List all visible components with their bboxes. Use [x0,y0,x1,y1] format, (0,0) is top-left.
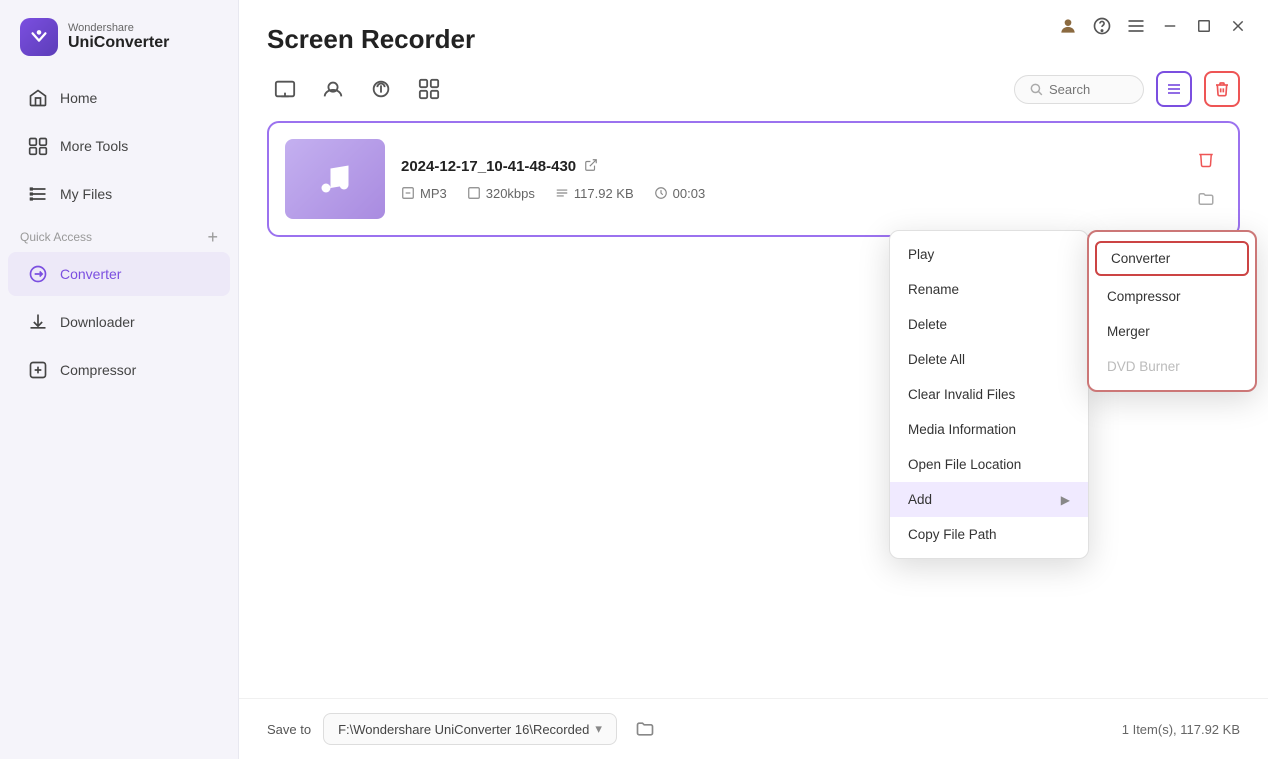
external-link-icon[interactable] [584,158,598,176]
logo-text: Wondershare UniConverter [68,22,169,52]
brand-name: Wondershare [68,22,169,34]
file-actions [1190,143,1222,215]
ctx-clear-invalid[interactable]: Clear Invalid Files [890,377,1088,412]
sidebar-item-downloader[interactable]: Downloader [8,300,230,344]
sidebar-item-converter[interactable]: Converter [8,252,230,296]
format-icon [401,186,415,200]
submenu: Converter Compressor Merger DVD Burner [1087,230,1257,392]
screen-record-button[interactable] [267,71,303,107]
file-info: 2024-12-17_10-41-48-430 [401,158,1174,201]
folder-open-icon [635,719,655,739]
sidebar-item-my-files[interactable]: My Files [8,172,230,216]
search-icon [1029,82,1043,96]
save-to-label: Save to [267,722,311,737]
webcam-button[interactable] [315,71,351,107]
quick-access-header: Quick Access + [0,218,238,250]
sidebar-item-label: More Tools [60,138,128,154]
delete-icon [1197,150,1215,168]
ctx-play[interactable]: Play [890,237,1088,272]
save-path-text: F:\Wondershare UniConverter 16\Recorded [338,722,589,737]
submenu-arrow-icon: ▶ [1061,493,1070,507]
page-title: Screen Recorder [267,24,475,55]
profile-button[interactable] [1058,16,1078,36]
size-icon [555,186,569,200]
main-content: Screen Recorder [239,0,1268,759]
sidebar-item-label: Compressor [60,362,136,378]
quick-access-label: Quick Access [20,230,92,244]
sidebar: Wondershare UniConverter Home More Tools… [0,0,239,759]
product-name: UniConverter [68,34,169,52]
search-input[interactable] [1049,82,1129,97]
save-path-folder-button[interactable] [629,713,661,745]
list-view-button[interactable] [1156,71,1192,107]
file-list: 2024-12-17_10-41-48-430 [239,121,1268,698]
files-icon [28,184,48,204]
ctx-rename[interactable]: Rename [890,272,1088,307]
sidebar-item-label: My Files [60,186,112,202]
ctx-delete[interactable]: Delete [890,307,1088,342]
sidebar-item-label: Downloader [60,314,135,330]
search-box[interactable] [1014,75,1144,104]
maximize-button[interactable] [1194,16,1214,36]
minimize-button[interactable] [1160,16,1180,36]
sidebar-item-home[interactable]: Home [8,76,230,120]
folder-icon [1197,190,1215,208]
compressor-icon [28,360,48,380]
sidebar-item-label: Home [60,90,97,106]
tools-icon [28,136,48,156]
sidebar-item-label: Converter [60,266,121,282]
ctx-open-location[interactable]: Open File Location [890,447,1088,482]
file-name: 2024-12-17_10-41-48-430 [401,158,1174,176]
home-icon [28,88,48,108]
ctx-add[interactable]: Add ▶ [890,482,1088,517]
sidebar-item-compressor[interactable]: Compressor [8,348,230,392]
help-button[interactable] [1092,16,1112,36]
context-menu: Play Rename Delete Delete All Clear Inva… [889,230,1089,559]
file-size: 117.92 KB [555,186,634,201]
audio-button[interactable] [363,71,399,107]
duration-icon [654,186,668,200]
submenu-dvd-burner: DVD Burner [1089,349,1255,384]
submenu-merger[interactable]: Merger [1089,314,1255,349]
sidebar-item-more-tools[interactable]: More Tools [8,124,230,168]
file-bitrate: 320kbps [467,186,535,201]
delete-all-button[interactable] [1204,71,1240,107]
file-folder-button[interactable] [1190,183,1222,215]
converter-icon [28,264,48,284]
ctx-copy-path[interactable]: Copy File Path [890,517,1088,552]
table-row: 2024-12-17_10-41-48-430 [267,121,1240,237]
logo-area: Wondershare UniConverter [0,0,238,74]
window-controls [1058,16,1248,36]
chevron-down-icon: ▾ [595,721,602,737]
save-path-selector[interactable]: F:\Wondershare UniConverter 16\Recorded … [323,713,617,745]
file-format: MP3 [401,186,447,201]
more-button[interactable] [411,71,447,107]
bitrate-icon [467,186,481,200]
ctx-media-info[interactable]: Media Information [890,412,1088,447]
footer-info: 1 Item(s), 117.92 KB [1122,722,1240,737]
submenu-converter[interactable]: Converter [1095,241,1249,276]
file-thumbnail [285,139,385,219]
quick-access-add-button[interactable]: + [207,228,218,246]
downloader-icon [28,312,48,332]
ctx-delete-all[interactable]: Delete All [890,342,1088,377]
submenu-compressor[interactable]: Compressor [1089,279,1255,314]
file-meta: MP3 320kbps 117.92 KB [401,186,1174,201]
file-duration: 00:03 [654,186,706,201]
close-button[interactable] [1228,16,1248,36]
footer: Save to F:\Wondershare UniConverter 16\R… [239,698,1268,759]
app-logo-icon [20,18,58,56]
toolbar [239,63,1268,121]
file-delete-button[interactable] [1190,143,1222,175]
menu-button[interactable] [1126,16,1146,36]
